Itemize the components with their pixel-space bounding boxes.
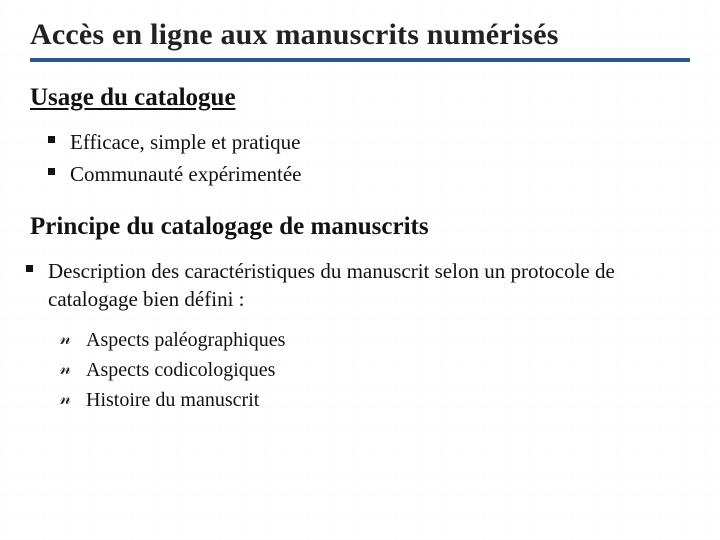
principe-list: Description des caractéristiques du manu… xyxy=(30,255,690,316)
list-item: Aspects paléographiques xyxy=(86,325,690,355)
list-item: Communauté expérimentée xyxy=(70,158,690,190)
section-heading-principe: Principe du catalogage de manuscrits xyxy=(30,213,690,241)
slide-title: Accès en ligne aux manuscrits numérisés xyxy=(30,18,690,62)
usage-list: Efficace, simple et pratique Communauté … xyxy=(30,126,690,191)
list-item: Aspects codicologiques xyxy=(86,355,690,385)
list-item: Description des caractéristiques du manu… xyxy=(48,255,690,316)
list-item: Histoire du manuscrit xyxy=(86,385,690,415)
list-item: Efficace, simple et pratique xyxy=(70,126,690,158)
section-heading-usage: Usage du catalogue xyxy=(30,84,690,112)
principe-sublist: Aspects paléographiques Aspects codicolo… xyxy=(30,325,690,415)
slide: Accès en ligne aux manuscrits numérisés … xyxy=(0,0,720,540)
